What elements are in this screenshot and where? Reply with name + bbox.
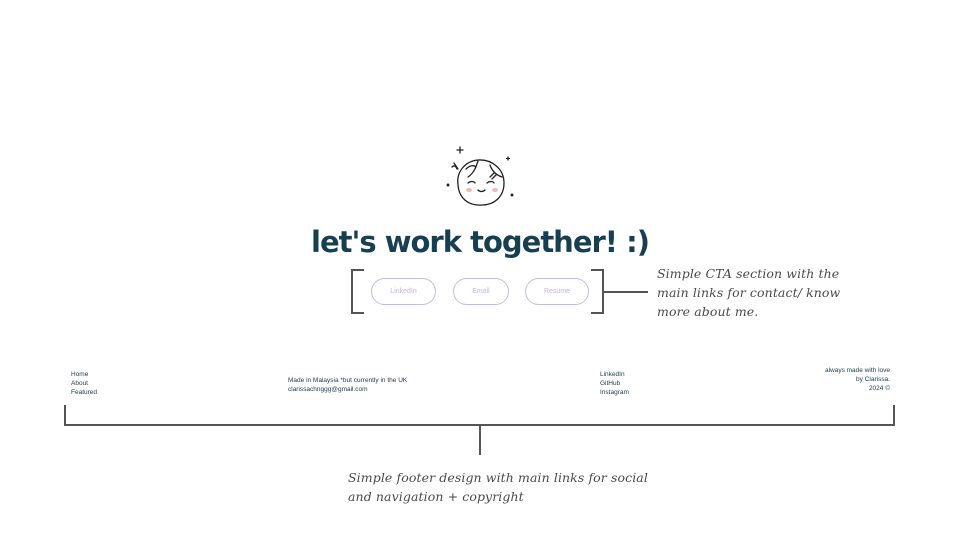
- footer-social: LinkedIn GitHub Instagram: [600, 370, 629, 397]
- cta-bracket-right: [591, 269, 604, 314]
- copyright-line: by Clarissa.: [856, 376, 890, 383]
- copyright-line: always made with love: [824, 367, 890, 374]
- footer-email-link[interactable]: clarissachnggg@gmail.com: [288, 385, 407, 394]
- footer-info: Made in Malaysia *but currently in the U…: [288, 376, 407, 394]
- footer-link-featured[interactable]: Featured: [71, 388, 97, 397]
- footer-link-about[interactable]: About: [71, 379, 97, 388]
- footer-copyright: always made with love by Clarissa. 2024 …: [790, 366, 890, 393]
- footer-nav: Home About Featured: [71, 370, 97, 397]
- copyright-line: 2024 ©: [868, 385, 890, 392]
- footer-bracket: [64, 405, 895, 426]
- footer-link-github[interactable]: GitHub: [600, 379, 629, 388]
- footer-link-linkedin[interactable]: LinkedIn: [600, 370, 629, 379]
- footer-link-home[interactable]: Home: [71, 370, 97, 379]
- footer-link-instagram[interactable]: Instagram: [600, 388, 629, 397]
- footer-location: Made in Malaysia *but currently in the U…: [288, 377, 408, 384]
- cta-annotation-note: Simple CTA section with the main links f…: [657, 266, 841, 319]
- cta-bracket-left: [351, 269, 364, 314]
- footer-annotation-note: Simple footer design with main links for…: [348, 470, 648, 504]
